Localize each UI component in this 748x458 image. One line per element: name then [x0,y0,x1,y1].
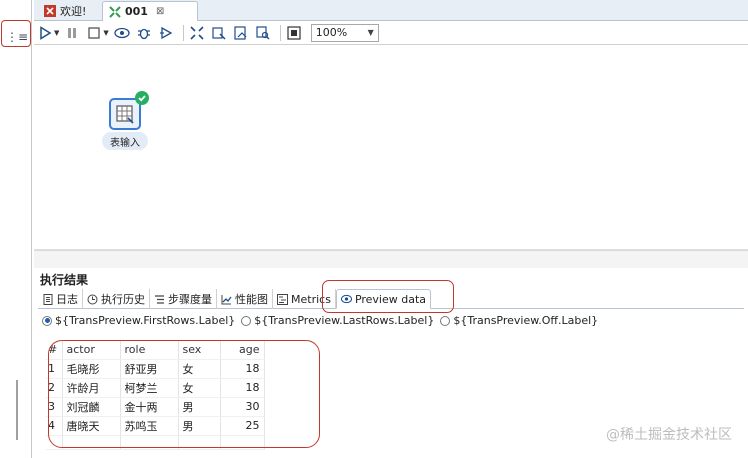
panel-splitter[interactable] [34,250,748,268]
tab-step-metrics-label: 步骤度量 [168,293,212,306]
chevron-down-icon: ▼ [367,28,374,37]
step-label: 表输入 [102,132,148,150]
bug-icon [137,28,150,39]
log-icon [42,293,53,305]
replay-button[interactable] [157,24,175,42]
scrollbar[interactable] [16,380,18,440]
tab-history-label: 执行历史 [101,293,145,306]
data-table-highlight [48,340,320,448]
radio-first-rows-indicator[interactable] [42,315,52,326]
metrics-icon [277,293,288,305]
preview-mode-radio-group: ${TransPreview.FirstRows.Label} ${TransP… [42,314,604,327]
radio-first-rows[interactable]: ${TransPreview.FirstRows.Label} [42,314,235,327]
tab-step-metrics[interactable]: 步骤度量 [150,289,217,309]
run-button-highlight [1,20,31,47]
radio-off[interactable]: ${TransPreview.Off.Label} [440,314,598,327]
magnifier-icon [256,25,270,39]
radio-off-indicator[interactable] [440,315,451,326]
stop-options-dropdown[interactable]: ▼ [103,29,108,37]
eye-icon [114,27,130,38]
stop-icon [88,26,101,39]
run-button[interactable] [36,24,54,42]
editor-tabbar: 欢迎! 001 ⊠ [34,0,748,21]
toolbar-separator [182,24,184,41]
tab-history[interactable]: 执行历史 [83,289,150,309]
toolbar: ▼ ▼ 100% ▼ [34,21,748,45]
preview-button[interactable] [113,24,131,42]
run-options-dropdown[interactable]: ▼ [54,29,59,37]
check-transformation-icon [190,25,204,40]
spoon-icon [44,5,56,17]
tab-welcome-label: 欢迎! [60,5,87,18]
impact-icon [212,26,226,40]
tab-performance[interactable]: 性能图 [217,289,273,309]
pause-icon [68,27,77,38]
tab-performance-label: 性能图 [235,293,268,306]
tab-transformation-001[interactable]: 001 ⊠ [102,1,198,21]
explore-db-button[interactable] [254,24,272,42]
play-icon [40,25,52,40]
radio-off-label: ${TransPreview.Off.Label} [453,314,599,327]
list-icon [154,294,165,305]
radio-last-rows-label: ${TransPreview.LastRows.Label} [254,314,435,327]
results-panel-title: 执行结果 [40,273,89,287]
chart-icon [221,294,232,305]
transformation-icon [109,5,121,18]
radio-first-rows-label: ${TransPreview.FirstRows.Label} [55,314,236,327]
preview-tab-highlight [322,280,454,313]
left-side-panel: ⋮≡ [0,0,32,458]
table-input-icon [116,105,134,124]
zoom-value: 100% [315,26,348,39]
tab-transformation-label: 001 [125,5,148,18]
tab-log-label: 日志 [56,293,78,306]
close-icon[interactable]: ⊠ [156,6,164,17]
radio-last-rows[interactable]: ${TransPreview.LastRows.Label} [241,314,434,327]
transformation-canvas[interactable]: 表输入 [34,46,748,250]
show-results-button[interactable] [285,24,303,42]
tab-log[interactable]: 日志 [38,289,83,309]
success-check-icon [135,91,149,105]
tab-welcome[interactable]: 欢迎! [38,1,100,21]
sql-button[interactable] [232,24,250,42]
zoom-select[interactable]: 100% ▼ [310,23,379,42]
pause-button[interactable] [63,24,81,42]
stop-button[interactable] [85,24,103,42]
debug-button[interactable] [135,24,153,42]
toolbar-separator [279,24,281,41]
results-panel-icon [287,25,301,40]
impact-button[interactable] [210,24,228,42]
radio-last-rows-indicator[interactable] [241,315,252,326]
verify-button[interactable] [188,24,206,42]
watermark: @稀土掘金技术社区 [606,427,732,443]
sql-icon [234,25,247,40]
replay-icon [159,26,173,39]
clock-icon [87,294,98,305]
